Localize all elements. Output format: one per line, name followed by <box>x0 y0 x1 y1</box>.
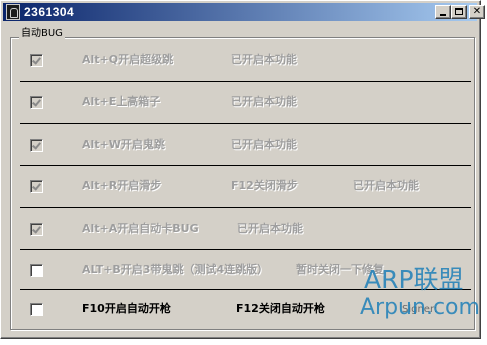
hint-slide-step-off: F12关闭滑步 <box>231 179 298 192</box>
checkbox-super-jump[interactable] <box>30 54 43 67</box>
checkbox-slide-step[interactable] <box>30 180 43 193</box>
checkbox-auto-fire[interactable] <box>30 303 43 316</box>
checkbox-auto-bug[interactable] <box>30 223 43 236</box>
checkbox-ghost-jump[interactable] <box>30 139 43 152</box>
status-auto-bug: 已开启本功能 <box>237 222 303 235</box>
label-auto-bug: Alt+A开启自动卡BUG <box>82 222 199 235</box>
close-icon: ✕ <box>472 6 482 17</box>
label-triple-ghost: ALT+B开启3带鬼跳（测试4连跳版） <box>82 263 269 276</box>
app-icon <box>6 4 20 20</box>
title-bar[interactable]: 2361304 ✕ <box>3 3 485 21</box>
minimize-icon <box>440 14 446 16</box>
minimize-button[interactable] <box>435 5 451 19</box>
label-high-box: Alt+E上高箱子 <box>82 95 161 108</box>
label-super-jump: Alt+Q开启超级跳 <box>82 53 174 66</box>
option-row-auto-bug: Alt+A开启自动卡BUG 已开启本功能 <box>0 207 487 236</box>
status-super-jump: 已开启本功能 <box>231 53 297 66</box>
watermark-url: Arpun.com <box>360 295 480 320</box>
watermark-logo: ARP联盟 Arpun.com <box>360 265 485 327</box>
option-row-super-jump: Alt+Q开启超级跳 已开启本功能 <box>0 45 487 73</box>
row-divider <box>20 249 471 250</box>
status-high-box: 已开启本功能 <box>231 95 297 108</box>
checkbox-triple-ghost[interactable] <box>30 264 43 277</box>
row-divider <box>20 81 471 82</box>
row-divider <box>20 207 471 208</box>
row-divider <box>20 165 471 166</box>
watermark-title: ARP联盟 <box>364 265 464 294</box>
option-row-high-box: Alt+E上高箱子 已开启本功能 <box>0 81 487 109</box>
label-slide-step: Alt+R开启滑步 <box>82 179 162 192</box>
window-title: 2361304 <box>24 5 75 19</box>
group-legend: 自动BUG <box>19 27 65 41</box>
checkbox-high-box[interactable] <box>30 96 43 109</box>
hint-auto-fire-off: F12关闭自动开枪 <box>236 302 325 315</box>
status-slide-step: 已开启本功能 <box>353 179 419 192</box>
status-ghost-jump: 已开启本功能 <box>231 138 297 151</box>
label-auto-fire: F10开启自动开枪 <box>82 302 171 315</box>
row-divider <box>20 123 471 124</box>
label-ghost-jump: Alt+W开启鬼跳 <box>82 138 165 151</box>
maximize-button[interactable] <box>451 5 467 19</box>
close-button[interactable]: ✕ <box>469 5 485 19</box>
maximize-icon <box>455 8 463 15</box>
option-row-slide-step: Alt+R开启滑步 F12关闭滑步 已开启本功能 <box>0 165 487 193</box>
option-row-ghost-jump: Alt+W开启鬼跳 已开启本功能 <box>0 123 487 152</box>
